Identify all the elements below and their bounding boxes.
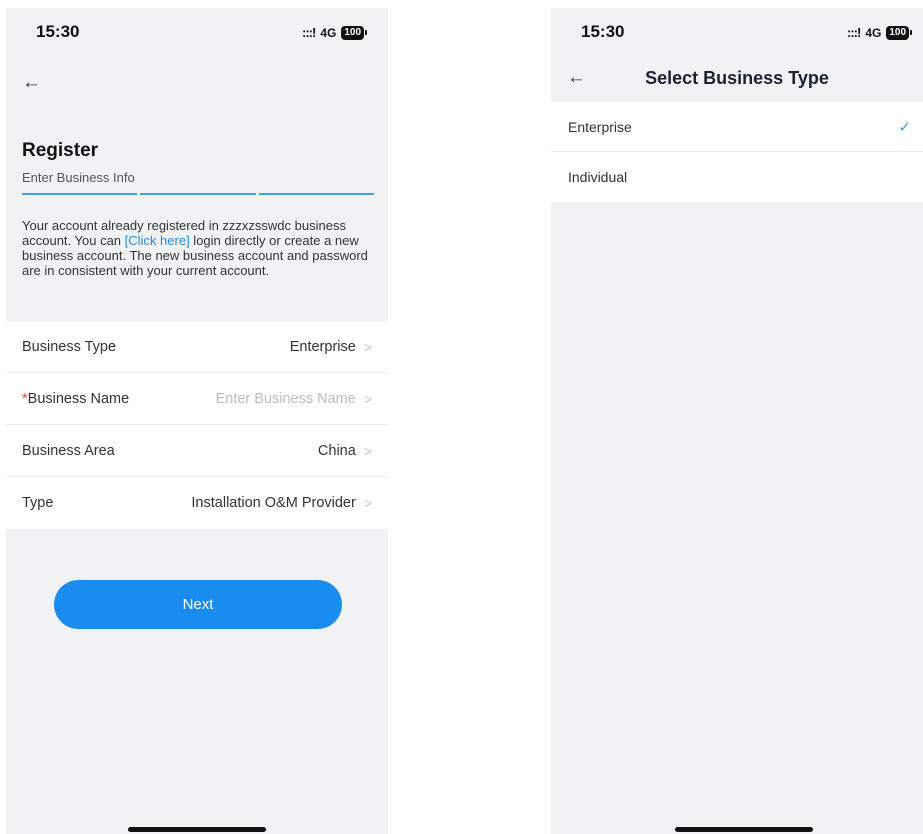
progress-step	[140, 193, 256, 195]
option-individual[interactable]: Individual	[551, 152, 923, 202]
business-type-row[interactable]: Business Type Enterprise >	[6, 321, 388, 373]
home-indicator[interactable]	[675, 827, 813, 832]
progress-step	[258, 193, 374, 195]
battery-icon: 100	[341, 25, 367, 40]
click-here-link[interactable]: [Click here]	[125, 233, 190, 248]
business-type-options: Enterprise ✓ Individual	[551, 102, 923, 202]
row-label: Business Area	[22, 442, 115, 459]
option-label: Individual	[568, 169, 628, 185]
network-label: 4G	[320, 25, 337, 40]
select-business-type-screen: 15:30 :::! 4G 100 ← Select Business Type…	[551, 8, 923, 834]
status-indicators: :::! 4G 100	[847, 25, 912, 40]
step-progress	[22, 193, 374, 195]
battery-icon: 100	[886, 25, 912, 40]
chevron-right-icon: >	[363, 338, 372, 355]
chevron-right-icon: >	[363, 495, 372, 511]
status-bar: 15:30 :::! 4G 100	[6, 8, 388, 58]
page-title: Select Business Type	[645, 68, 829, 88]
home-indicator[interactable]	[128, 827, 266, 832]
row-value: Enterprise	[289, 338, 356, 355]
business-name-placeholder: Enter Business Name	[215, 390, 356, 407]
row-label-text: Business Name	[27, 390, 130, 407]
register-screen: 15:30 :::! 4G 100 ← Register Enter Busin…	[6, 8, 388, 834]
status-bar: 15:30 :::! 4G 100	[551, 8, 923, 58]
account-notice: Your account already registered in zzzxz…	[22, 218, 382, 278]
signal-icon: :::!	[847, 25, 861, 40]
business-area-row[interactable]: Business Area China >	[6, 425, 388, 477]
option-label: Enterprise	[568, 118, 632, 135]
back-arrow-icon[interactable]: ←	[22, 73, 41, 93]
next-button[interactable]: Next	[54, 580, 342, 629]
row-label: *Business Name	[22, 391, 129, 407]
progress-step	[22, 193, 138, 195]
checkmark-icon: ✓	[898, 118, 911, 136]
page-subtitle: Enter Business Info	[22, 170, 135, 185]
row-value-group: China >	[318, 443, 372, 459]
row-value-group: Enterprise >	[290, 339, 372, 355]
page-title: Register	[22, 140, 99, 161]
nav-header: ← Select Business Type	[551, 58, 923, 102]
chevron-right-icon: >	[363, 390, 372, 407]
row-value: Installation O&M Provider	[191, 495, 356, 511]
business-form: Business Type Enterprise > *Business Name…	[6, 321, 388, 529]
chevron-right-icon: >	[363, 442, 372, 459]
row-value-group: Enter Business Name >	[216, 391, 372, 407]
signal-icon: :::!	[302, 25, 316, 40]
status-indicators: :::! 4G 100	[302, 25, 367, 40]
row-label: Business Type	[22, 338, 117, 355]
option-enterprise[interactable]: Enterprise ✓	[551, 102, 923, 152]
status-time: 15:30	[581, 22, 625, 41]
status-time: 15:30	[36, 22, 80, 41]
network-label: 4G	[865, 25, 882, 40]
type-row[interactable]: Type Installation O&M Provider >	[6, 477, 388, 529]
business-name-row[interactable]: *Business Name Enter Business Name >	[6, 373, 388, 425]
row-label: Type	[22, 495, 54, 511]
row-value-group: Installation O&M Provider >	[191, 495, 372, 511]
row-value: China	[317, 442, 356, 459]
